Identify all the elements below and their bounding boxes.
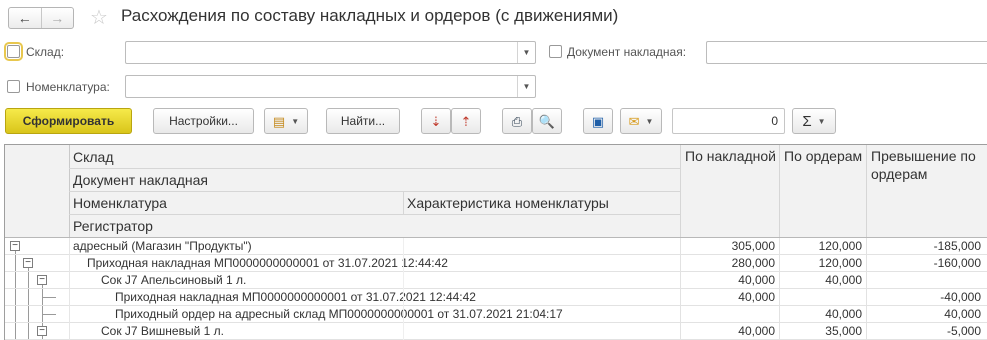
nomenclature-checkbox[interactable] [7, 80, 20, 93]
table-row[interactable]: − Приходная накладная МП0000000000001 от… [5, 255, 987, 272]
variants-button[interactable]: ▤ ▼ [264, 108, 308, 134]
header-by-invoice: По накладной [685, 148, 776, 164]
collapse-all-button[interactable]: ⇡ [451, 108, 481, 134]
invoice-document-checkbox[interactable] [549, 45, 562, 58]
row-orders: 40,000 [825, 273, 862, 287]
row-invoice: 40,000 [738, 273, 775, 287]
row-invoice: 40,000 [738, 324, 775, 338]
header-by-orders: По ордерам [784, 148, 863, 164]
header-warehouse: Склад [73, 149, 114, 165]
find-button[interactable]: Найти... [326, 108, 400, 134]
report-header: Склад Документ накладная Номенклатура Ха… [5, 145, 987, 237]
collapse-toggle-icon[interactable]: − [10, 241, 20, 251]
row-invoice: 280,000 [731, 256, 775, 270]
row-invoice: 40,000 [738, 290, 775, 304]
chevron-down-icon: ▼ [645, 116, 654, 126]
row-excess [867, 272, 985, 288]
row-excess: -40,000 [940, 290, 981, 304]
header-nomenclature: Номенклатура [73, 195, 167, 211]
row-excess: 40,000 [944, 307, 981, 321]
header-excess: Превышение по ордерам [871, 148, 976, 182]
collapse-toggle-icon[interactable]: − [37, 326, 47, 336]
sigma-icon: Σ [802, 112, 812, 130]
nomenclature-label: Номенклатура: [26, 80, 110, 94]
envelope-icon: ✉ [628, 113, 640, 129]
invoice-document-label: Документ накладная: [567, 45, 687, 59]
warehouse-label: Склад: [26, 45, 65, 59]
row-orders: 120,000 [818, 239, 862, 253]
star-icon[interactable]: ☆ [90, 5, 108, 30]
page-title: Расхождения по составу накладных и ордер… [121, 6, 619, 25]
chevron-down-icon[interactable]: ▼ [517, 42, 535, 63]
warehouse-checkbox[interactable] [4, 42, 23, 61]
table-row[interactable]: Приходная накладная МП0000000000001 от 3… [5, 289, 987, 306]
row-text: Сок J7 Вишневый 1 л. [101, 324, 224, 338]
header-registrar: Регистратор [73, 218, 153, 234]
sum-field[interactable]: 0 [672, 108, 785, 134]
row-orders [780, 289, 866, 305]
table-row[interactable]: − Сок J7 Вишневый 1 л. 40,000 35,000 -5,… [5, 323, 987, 340]
back-button[interactable]: ← [9, 8, 41, 28]
header-invoice-document: Документ накладная [73, 172, 209, 188]
settings-button[interactable]: Настройки... [153, 108, 254, 134]
report-spreadsheet[interactable]: Склад Документ накладная Номенклатура Ха… [4, 144, 987, 340]
row-orders: 40,000 [825, 307, 862, 321]
preview-button[interactable]: 🔍 [532, 108, 562, 134]
chevron-down-icon: ▼ [291, 116, 300, 126]
table-row[interactable]: − Сок J7 Апельсиновый 1 л. 40,000 40,000 [5, 272, 987, 289]
row-excess: -185,000 [933, 239, 981, 253]
invoice-document-field[interactable] [706, 41, 987, 64]
navigation-buttons: ← → [8, 7, 74, 29]
nomenclature-field[interactable]: ▼ [125, 75, 536, 98]
chevron-down-icon: ▼ [817, 116, 826, 126]
warehouse-field[interactable]: ▼ [125, 41, 536, 64]
row-excess: -160,000 [933, 256, 981, 270]
expand-groups-icon: ⇣ [430, 113, 442, 129]
floppy-disk-icon: ▣ [591, 113, 605, 129]
header-characteristic: Характеристика номенклатуры [407, 195, 609, 211]
chevron-down-icon[interactable]: ▼ [517, 76, 535, 97]
printer-icon: ⎙ [511, 113, 523, 129]
expand-all-button[interactable]: ⇣ [421, 108, 451, 134]
row-orders: 120,000 [818, 256, 862, 270]
table-row[interactable]: Приходный ордер на адресный склад МП0000… [5, 306, 987, 323]
row-orders: 35,000 [825, 324, 862, 338]
row-excess: -5,000 [946, 324, 981, 338]
collapse-toggle-icon[interactable]: − [37, 275, 47, 285]
row-invoice [681, 306, 779, 322]
row-invoice: 305,000 [731, 239, 775, 253]
collapse-groups-icon: ⇡ [460, 113, 472, 129]
row-text: адресный (Магазин "Продукты") [73, 239, 252, 253]
print-button[interactable]: ⎙ [502, 108, 532, 134]
print-preview-icon: 🔍 [538, 113, 556, 129]
row-text: Приходная накладная МП0000000000001 от 3… [115, 290, 476, 304]
report-variants-icon: ▤ [272, 113, 286, 129]
row-text: Приходная накладная МП0000000000001 от 3… [87, 256, 448, 270]
row-text: Сок J7 Апельсиновый 1 л. [101, 273, 247, 287]
forward-button[interactable]: → [40, 8, 74, 28]
save-button[interactable]: ▣ [583, 108, 613, 134]
sum-mode-button[interactable]: Σ ▼ [792, 108, 836, 134]
collapse-toggle-icon[interactable]: − [23, 258, 33, 268]
row-text: Приходный ордер на адресный склад МП0000… [115, 307, 563, 321]
send-email-button[interactable]: ✉ ▼ [620, 108, 662, 134]
generate-button[interactable]: Сформировать [5, 108, 132, 134]
table-row[interactable]: − адресный (Магазин "Продукты") 305,000 … [5, 238, 987, 255]
